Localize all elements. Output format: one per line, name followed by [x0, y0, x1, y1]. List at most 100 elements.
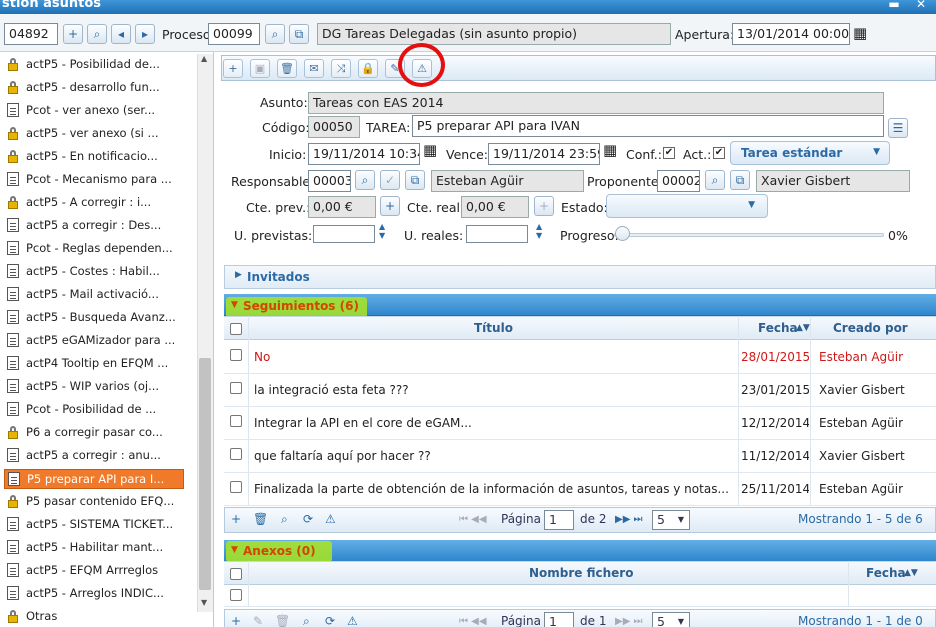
table-row[interactable]: que faltaría aquí por hacer ?? 11/12/2014…: [224, 440, 936, 473]
sidebar-item[interactable]: actP5 eGAMizador para ...: [4, 331, 184, 351]
window-controls[interactable]: ▬ ✕: [888, 0, 932, 11]
vence-calendar-icon[interactable]: ▦: [603, 141, 617, 159]
tipo-select[interactable]: Tarea estándar ▼: [730, 141, 890, 165]
cte-prev-add-icon[interactable]: +: [380, 196, 400, 216]
sidebar-item[interactable]: actP5 - Costes : Habil...: [4, 262, 184, 282]
sidebar-item[interactable]: actP5 a corregir : Des...: [4, 216, 184, 236]
sidebar-item[interactable]: actP5 - desarrollo fun...: [4, 78, 184, 98]
pager-warning-icon[interactable]: ⚠: [325, 512, 336, 526]
pager-delete-icon[interactable]: 🗑: [275, 614, 290, 627]
col-nombre-fichero[interactable]: Nombre fichero: [529, 566, 633, 580]
sidebar-item[interactable]: actP5 - WIP varios (oj...: [4, 377, 184, 397]
proponente-code-field[interactable]: 00002: [657, 170, 700, 192]
next-page-icon[interactable]: ▶▶ ⏭: [615, 616, 643, 627]
pager-refresh-icon[interactable]: ⟳: [325, 614, 335, 627]
sidebar-item[interactable]: actP5 - ver anexo (si ...: [4, 124, 184, 144]
sidebar-item[interactable]: Otras: [4, 607, 184, 627]
pager-edit-icon[interactable]: ✎: [253, 614, 263, 627]
add-button[interactable]: +: [63, 24, 83, 44]
table-row[interactable]: Finalizada la parte de obtención de la i…: [224, 473, 936, 506]
row-checkbox[interactable]: [230, 382, 242, 394]
sidebar-item[interactable]: actP5 - Busqueda Avanz...: [4, 308, 184, 328]
sidebar-item[interactable]: Pcot - ver anexo (ser...: [4, 101, 184, 121]
new-icon[interactable]: +: [223, 59, 243, 78]
pager-add-icon[interactable]: +: [231, 614, 241, 627]
proponente-search-icon[interactable]: ⌕: [705, 170, 725, 190]
pager-add-icon[interactable]: +: [231, 512, 241, 526]
sidebar-item[interactable]: actP5 - En notificacio...: [4, 147, 184, 167]
row-checkbox[interactable]: [230, 415, 242, 427]
row-checkbox[interactable]: [230, 481, 242, 493]
first-page-icon[interactable]: ⏮ ◀◀: [459, 514, 487, 525]
sort-icon[interactable]: ▲▼: [904, 568, 918, 578]
table-row[interactable]: No 28/01/2015 1 Esteban Agüir: [224, 341, 936, 374]
progreso-slider[interactable]: [614, 233, 884, 237]
u-reales-spinner[interactable]: ▲ ▼: [536, 222, 542, 240]
pager-delete-icon[interactable]: 🗑: [253, 512, 268, 526]
search-icon[interactable]: ⌕: [87, 24, 107, 44]
tarea-input[interactable]: P5 preparar API para IVAN: [412, 115, 884, 137]
sidebar-item[interactable]: actP5 - SISTEMA TICKET...: [4, 515, 184, 535]
proceso-open-icon[interactable]: ⧉: [289, 24, 309, 44]
inicio-calendar-icon[interactable]: ▦: [423, 141, 437, 159]
sort-icon[interactable]: ▲▼: [796, 323, 810, 333]
sidebar-item[interactable]: actP5 a corregir : anu...: [4, 446, 184, 466]
proponente-open-icon[interactable]: ⧉: [730, 170, 750, 190]
u-reales-input[interactable]: [466, 225, 528, 243]
inicio-field[interactable]: 19/11/2014 10:34: [308, 143, 420, 165]
sidebar-item[interactable]: actP5 - EFQM Arrreglos: [4, 561, 184, 581]
col-creado-por[interactable]: Creado por: [833, 321, 908, 335]
table-row[interactable]: Integrar la API en el core de eGAM... 12/…: [224, 407, 936, 440]
record-id-field[interactable]: 04892: [4, 23, 58, 45]
pager-search-icon[interactable]: ⌕: [281, 512, 288, 527]
page-input[interactable]: 1: [544, 510, 574, 530]
delete-icon[interactable]: 🗑: [277, 59, 297, 78]
pager-search-icon[interactable]: ⌕: [303, 614, 310, 627]
page-input[interactable]: 1: [544, 612, 574, 627]
lock-icon[interactable]: 🔒: [358, 59, 378, 78]
conf-checkbox[interactable]: ✔: [663, 147, 675, 159]
u-previstas-spinner[interactable]: ▲ ▼: [379, 222, 385, 240]
calendar-icon[interactable]: ▦: [853, 24, 867, 42]
responsable-open-icon[interactable]: ⧉: [405, 170, 425, 190]
sidebar-item[interactable]: P5 preparar API para I...: [4, 469, 184, 489]
col-titulo[interactable]: Título: [474, 321, 513, 335]
vence-field[interactable]: 19/11/2014 23:59: [488, 143, 600, 165]
apertura-field[interactable]: 13/01/2014 00:00: [732, 23, 850, 45]
sidebar-item[interactable]: P5 pasar contenido EFQ...: [4, 492, 184, 512]
pager-refresh-icon[interactable]: ⟳: [303, 512, 313, 526]
pager-warning-icon[interactable]: ⚠: [347, 614, 358, 627]
col-fecha[interactable]: Fecha: [758, 321, 798, 335]
mail-icon[interactable]: ✉: [304, 59, 324, 78]
sidebar-item[interactable]: actP5 - Posibilidad de...: [4, 55, 184, 75]
seguimientos-title[interactable]: Seguimientos (6): [243, 299, 359, 313]
sidebar-item[interactable]: actP5 - Habilitar mant...: [4, 538, 184, 558]
select-all-checkbox[interactable]: [230, 323, 242, 335]
next-icon[interactable]: ▸: [135, 24, 155, 44]
sidebar-item[interactable]: actP4 Tooltip en EFQM ...: [4, 354, 184, 374]
progreso-slider-handle[interactable]: [615, 226, 630, 241]
row-checkbox[interactable]: [230, 589, 242, 601]
u-previstas-input[interactable]: [313, 225, 375, 243]
proceso-search-icon[interactable]: ⌕: [265, 24, 285, 44]
page-size-select[interactable]: 5 ▼: [652, 612, 690, 627]
responsable-search-icon[interactable]: ⌕: [355, 170, 375, 190]
sidebar-item[interactable]: actP5 - Arreglos INDIC...: [4, 584, 184, 604]
scroll-down-icon[interactable]: ▼: [201, 598, 207, 607]
sidebar-item[interactable]: P6 a corregir pasar co...: [4, 423, 184, 443]
previous-icon[interactable]: ◂: [111, 24, 131, 44]
page-size-select[interactable]: 5 ▼: [652, 510, 690, 530]
comment-icon[interactable]: ☰: [888, 118, 908, 138]
sidebar-item[interactable]: Pcot - Reglas dependen...: [4, 239, 184, 259]
anexos-select-all-checkbox[interactable]: [230, 568, 242, 580]
sidebar-item[interactable]: Pcot - Posibilidad de ...: [4, 400, 184, 420]
invitados-section[interactable]: ▶ Invitados: [224, 265, 936, 289]
anexos-title[interactable]: Anexos (0): [243, 544, 316, 558]
estado-select[interactable]: ▼: [606, 194, 768, 218]
row-checkbox[interactable]: [230, 349, 242, 361]
proceso-code-field[interactable]: 00099: [208, 23, 260, 45]
cte-real-add-icon[interactable]: +: [534, 196, 554, 216]
scroll-up-icon[interactable]: ▲: [201, 54, 207, 63]
responsable-confirm-icon[interactable]: ✓: [380, 170, 400, 190]
first-page-icon[interactable]: ⏮ ◀◀: [459, 616, 487, 627]
